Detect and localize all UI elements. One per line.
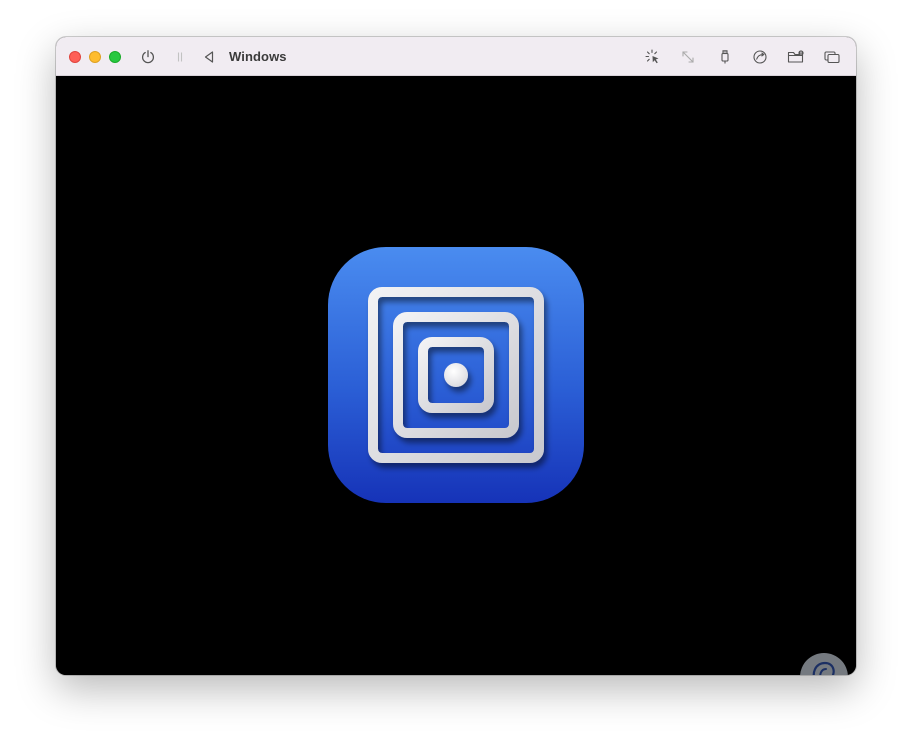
power-button[interactable] xyxy=(138,47,158,67)
share-icon xyxy=(753,50,767,64)
pause-button[interactable] xyxy=(170,47,190,67)
windows-button[interactable] xyxy=(822,47,842,67)
share-button[interactable] xyxy=(750,47,770,67)
close-window-button[interactable] xyxy=(69,51,81,63)
usb-icon xyxy=(721,50,729,64)
shared-folder-button[interactable] xyxy=(786,47,806,67)
folder-share-icon xyxy=(787,50,804,63)
back-icon xyxy=(204,51,214,63)
window-title: Windows xyxy=(229,49,287,64)
pause-icon xyxy=(177,52,183,62)
title-bar: Windows xyxy=(56,37,856,76)
vm-window: Windows xyxy=(56,37,856,675)
minimize-window-button[interactable] xyxy=(89,51,101,63)
back-button[interactable] xyxy=(199,47,219,67)
utm-logo-icon xyxy=(328,247,584,503)
capture-mouse-icon xyxy=(645,49,659,64)
power-icon xyxy=(141,50,155,64)
resize-button[interactable] xyxy=(678,47,698,67)
zoom-window-button[interactable] xyxy=(109,51,121,63)
windows-icon xyxy=(824,51,840,64)
watermark-logo xyxy=(800,653,848,675)
usb-button[interactable] xyxy=(715,47,735,67)
capture-mouse-button[interactable] xyxy=(643,47,663,67)
resize-icon xyxy=(682,51,694,63)
vm-display[interactable] xyxy=(56,76,856,675)
